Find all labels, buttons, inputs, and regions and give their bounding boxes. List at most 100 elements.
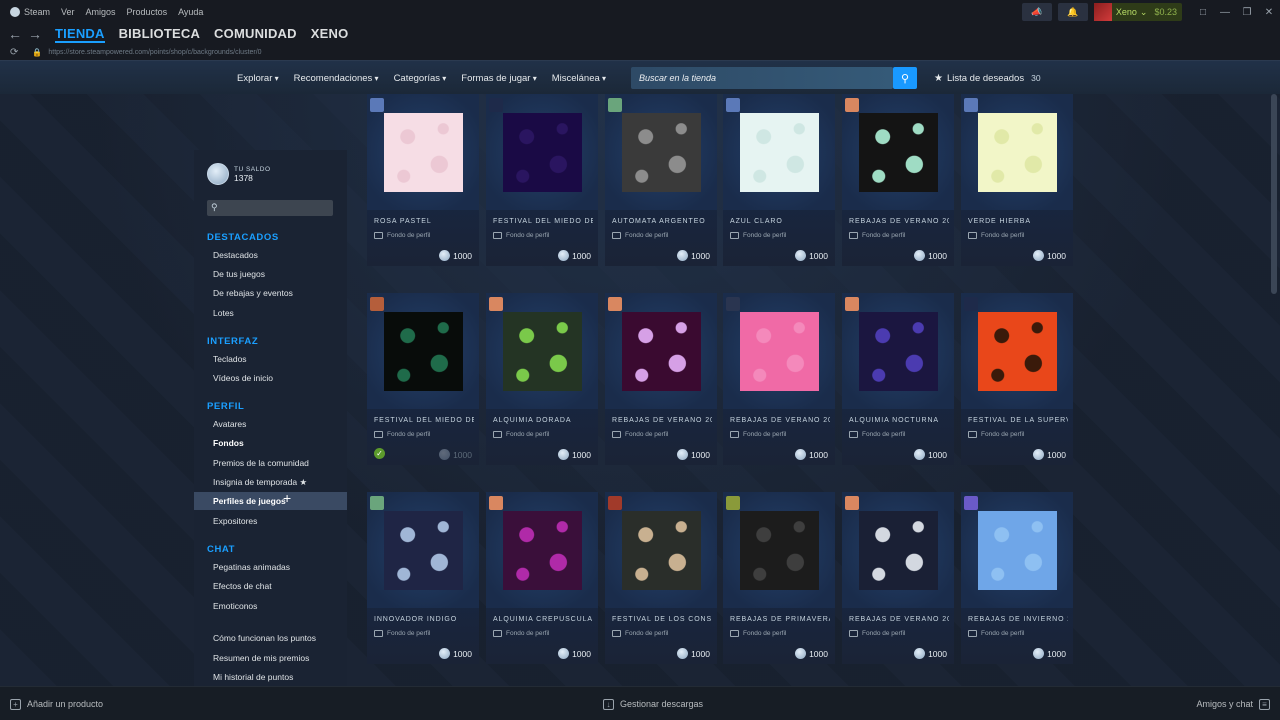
sidebar-item-efectos-chat[interactable]: Efectos de chat: [213, 581, 272, 591]
menu-ayuda[interactable]: Ayuda: [178, 7, 203, 17]
close-icon[interactable]: ✕: [1258, 3, 1280, 21]
background-card[interactable]: FESTIVAL DE LA SUPERVIVENCIA Fondo de per…: [961, 293, 1073, 465]
image-icon: [849, 630, 858, 637]
background-preview-image: [859, 113, 938, 192]
sidebar-item-destacados[interactable]: Destacados: [213, 250, 258, 260]
store-nav-categorias[interactable]: Categorías: [394, 73, 447, 84]
account-menu[interactable]: Xeno ⌄ $0.23: [1093, 3, 1182, 21]
sidebar-link-resumen-premios[interactable]: Resumen de mis premios: [213, 653, 309, 663]
background-card[interactable]: FESTIVAL DEL MIEDO DE 2 Fondo de perfil 10…: [486, 94, 598, 266]
price-value: 1000: [928, 449, 947, 460]
background-card[interactable]: INNOVADOR ÍNDIGO Fondo de perfil 1000: [367, 492, 479, 664]
background-card[interactable]: REBAJAS DE VERANO 2024 Fondo de perfil 100…: [605, 293, 717, 465]
sidebar-item-pegatinas[interactable]: Pegatinas animadas: [213, 562, 290, 572]
reload-icon[interactable]: ⟳: [10, 47, 18, 58]
steam-menu[interactable]: Steam: [10, 7, 50, 18]
card-type-label: Fondo de perfil: [506, 630, 550, 637]
card-type: Fondo de perfil: [374, 431, 430, 438]
card-thumbnail-area: [605, 94, 717, 210]
tab-profile[interactable]: XENO: [311, 26, 349, 43]
steam-points-icon: [439, 648, 451, 659]
card-type-label: Fondo de perfil: [625, 630, 669, 637]
downloads-button[interactable]: ↓ Gestionar descargas: [603, 687, 703, 720]
card-thumbnail-area: [723, 293, 835, 409]
sidebar-item-de-rebajas[interactable]: De rebajas y eventos: [213, 288, 293, 298]
store-nav-explorar[interactable]: Explorar: [237, 73, 279, 84]
background-card[interactable]: AUTÓMATA ARGÉNTEO Fondo de perfil 1000: [605, 94, 717, 266]
forward-arrow-icon[interactable]: →: [25, 26, 45, 42]
minimize-icon[interactable]: —: [1214, 3, 1236, 21]
sidebar-item-fondos[interactable]: Fondos: [213, 438, 244, 448]
card-price: 1000: [558, 449, 591, 460]
background-card[interactable]: REBAJAS DE VERANO 2024 Fondo de perfil 100…: [842, 492, 954, 664]
steam-points-icon: [207, 163, 229, 185]
background-preview-image: [859, 312, 938, 391]
background-card[interactable]: REBAJAS DE PRIMAVERA 2024 Fondo de perfil…: [723, 492, 835, 664]
url-text[interactable]: https://store.steampowered.com/points/sh…: [48, 49, 261, 56]
sidebar-item-teclados[interactable]: Teclados: [213, 354, 247, 364]
sidebar-item-avatares[interactable]: Avatares: [213, 419, 246, 429]
price-value: 1000: [809, 449, 828, 460]
image-icon: [730, 630, 739, 637]
sidebar-item-emoticonos[interactable]: Emoticonos: [213, 601, 257, 611]
maximize-icon[interactable]: ❐: [1236, 3, 1258, 21]
big-picture-icon[interactable]: □: [1192, 3, 1214, 21]
price-value: 1000: [928, 648, 947, 659]
background-card[interactable]: ALQUIMIA DORADA Fondo de perfil 1000: [486, 293, 598, 465]
sidebar-link-como-funcionan[interactable]: Cómo funcionan los puntos: [213, 633, 316, 643]
menu-ver[interactable]: Ver: [61, 7, 75, 17]
sidebar-item-de-tus-juegos[interactable]: De tus juegos: [213, 269, 265, 279]
price-value: 1000: [809, 648, 828, 659]
tab-biblioteca[interactable]: BIBLIOTECA: [119, 26, 200, 43]
background-card[interactable]: ALQUIMIA CREPUSCULAR Fondo de perfil 1000: [486, 492, 598, 664]
section-destacados: DESTACADOS: [207, 232, 279, 243]
menu-amigos[interactable]: Amigos: [86, 7, 116, 17]
background-preview-image: [978, 511, 1057, 590]
sidebar-item-lotes[interactable]: Lotes: [213, 308, 234, 318]
sidebar-item-insignia-temporada[interactable]: Insignia de temporada ★: [213, 477, 307, 488]
background-preview-image: [384, 312, 463, 391]
price-value: 1000: [572, 648, 591, 659]
sidebar-item-perfiles-de-juegos[interactable]: Perfiles de juegos: [213, 496, 286, 506]
back-arrow-icon[interactable]: ←: [5, 26, 25, 42]
sidebar-link-historial[interactable]: Mi historial de puntos: [213, 672, 293, 682]
notifications-bell-icon[interactable]: 🔔: [1057, 3, 1088, 21]
sidebar-item-expositores[interactable]: Expositores: [213, 516, 257, 526]
sidebar-item-videos-de-inicio[interactable]: Vídeos de inicio: [213, 373, 273, 383]
friends-chat-button[interactable]: Amigos y chat ≡: [1196, 687, 1270, 720]
steam-points-icon: [677, 648, 689, 659]
sidebar-item-premios-comunidad[interactable]: Premios de la comunidad: [213, 458, 309, 468]
card-thumbnail-area: [961, 94, 1073, 210]
wishlist-link[interactable]: ★ Lista de deseados 30: [934, 61, 1041, 95]
store-nav-formas-de-jugar[interactable]: Formas de jugar: [461, 73, 536, 84]
add-product-button[interactable]: + Añadir un producto: [10, 687, 103, 720]
card-type-label: Fondo de perfil: [743, 630, 787, 637]
background-preview-image: [740, 312, 819, 391]
menu-productos[interactable]: Productos: [127, 7, 168, 17]
section-perfil: PERFIL: [207, 401, 245, 412]
announcements-icon[interactable]: 📣: [1021, 3, 1052, 21]
background-card[interactable]: REBAJAS DE INVIERNO 2023 Fondo de perfil 1…: [961, 492, 1073, 664]
background-card[interactable]: ALQUIMIA NOCTURNA Fondo de perfil 1000: [842, 293, 954, 465]
background-card[interactable]: FESTIVAL DEL MIEDO DE 2 Fondo de perfil ✓ 1…: [367, 293, 479, 465]
background-card[interactable]: AZUL CLARO Fondo de perfil 1000: [723, 94, 835, 266]
search-button[interactable]: ⚲: [893, 67, 917, 89]
game-badge-icon: [964, 98, 978, 112]
background-card[interactable]: REBAJAS DE VERANO 2024 Fondo de perfil 100…: [842, 94, 954, 266]
background-card[interactable]: FESTIVAL DE LOS CONSTRUCTORES Fondo de pe…: [605, 492, 717, 664]
sidebar-search-input[interactable]: ⚲: [207, 200, 333, 216]
wishlist-count: 30: [1031, 73, 1041, 83]
game-badge-icon: [845, 98, 859, 112]
tab-tienda[interactable]: TIENDA: [55, 26, 105, 43]
background-card[interactable]: REBAJAS DE VERANO 2024 Fondo de perfil 100…: [723, 293, 835, 465]
background-card[interactable]: ROSA PASTEL Fondo de perfil 1000: [367, 94, 479, 266]
background-card[interactable]: VERDE HIERBA Fondo de perfil 1000: [961, 94, 1073, 266]
scrollbar[interactable]: [1271, 94, 1277, 294]
tab-comunidad[interactable]: COMUNIDAD: [214, 26, 297, 43]
card-type-label: Fondo de perfil: [387, 431, 431, 438]
card-thumbnail-area: [486, 94, 598, 210]
store-nav-recomendaciones[interactable]: Recomendaciones: [294, 73, 379, 84]
store-search-input[interactable]: [631, 67, 893, 89]
store-nav-miscelanea[interactable]: Miscelánea: [552, 73, 606, 84]
card-type-label: Fondo de perfil: [862, 431, 906, 438]
